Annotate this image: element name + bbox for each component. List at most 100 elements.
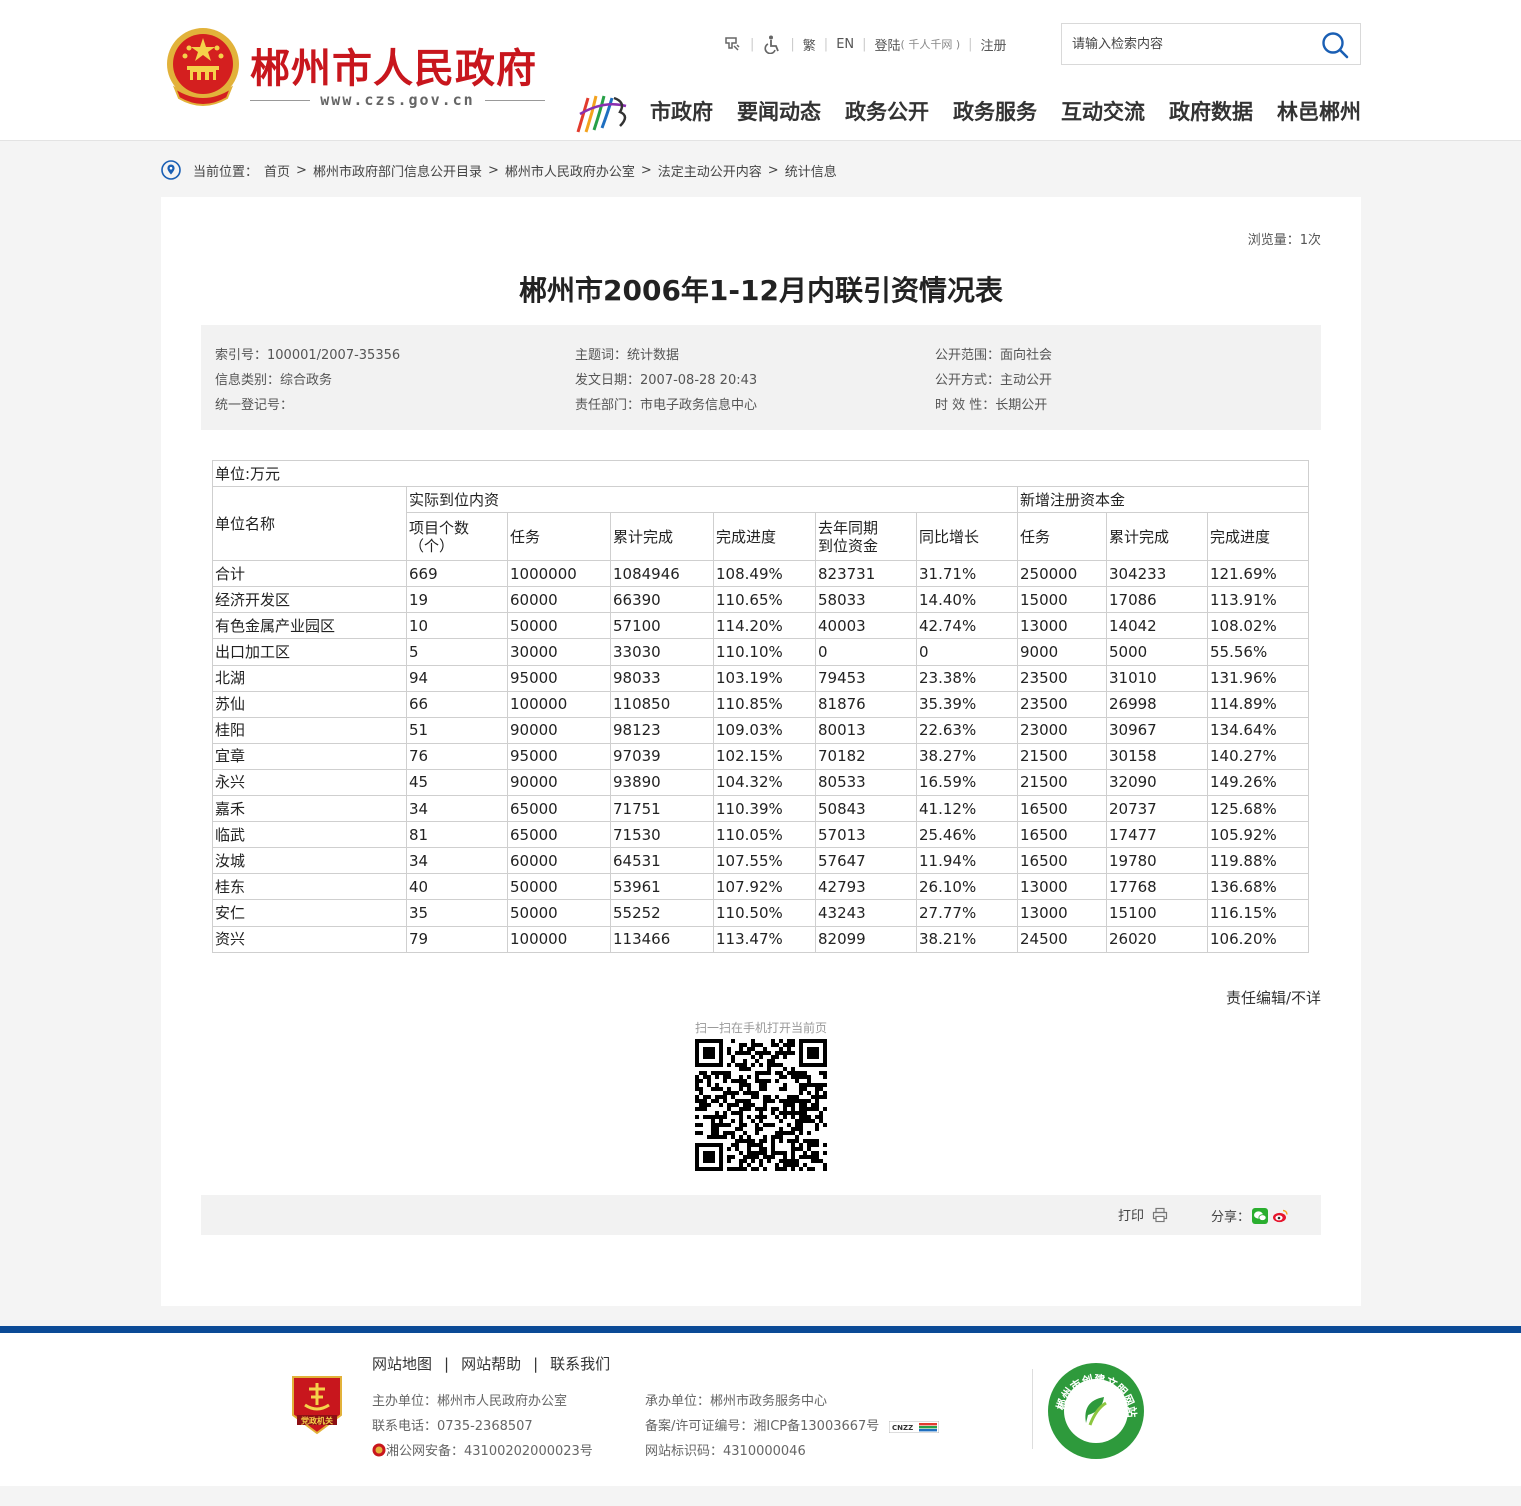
table-cell: 110.10% (713, 638, 816, 666)
nav-item-news[interactable]: 要闻动态 (737, 96, 821, 126)
table-cell: 45 (406, 768, 508, 797)
nav-item-interaction[interactable]: 互动交流 (1061, 96, 1145, 126)
table-cell: 136.68% (1207, 873, 1309, 901)
nav-item-gov-disclosure[interactable]: 政务公开 (845, 96, 929, 126)
accessibility-icon[interactable] (762, 34, 782, 54)
table-row-label: 合计 (212, 560, 407, 588)
table-row: 北湖 94 95000 98033 103.19% 79453 23.38% 23500 310… (212, 664, 1309, 692)
traditional-chinese-link[interactable]: 繁 (803, 35, 816, 54)
weibo-icon[interactable] (1272, 1208, 1288, 1224)
table-row-label: 桂阳 (212, 716, 407, 744)
english-link[interactable]: EN (836, 37, 854, 52)
footer-police[interactable]: 湘公网安备：43100202000023号 (386, 1440, 593, 1459)
table-cell: 26998 (1106, 690, 1208, 718)
breadcrumb-separator: > (296, 162, 307, 178)
table-cell: 57100 (610, 612, 714, 640)
breadcrumb-home[interactable]: 首页 (264, 161, 290, 180)
table-cell: 131.96% (1207, 664, 1309, 692)
table-cell: 98123 (610, 716, 714, 744)
table-cell: 81 (406, 821, 508, 849)
table-cell: 42.74% (916, 612, 1018, 640)
table-cell: 57647 (815, 847, 917, 875)
table-cell: 95000 (507, 664, 611, 692)
table-cell: 25.46% (916, 821, 1018, 849)
sitemap-link[interactable]: 网站地图 (372, 1353, 432, 1374)
national-emblem-icon[interactable] (163, 26, 243, 110)
civilized-website-badge-icon[interactable]: 郴州市创建文明网站 (1046, 1361, 1146, 1461)
table-row-label: 宜章 (212, 742, 407, 770)
table-cell: 17768 (1106, 873, 1208, 901)
table-row-label: 安仁 (212, 899, 407, 927)
search-input[interactable] (1072, 24, 1312, 64)
table-cell: 16500 (1017, 795, 1107, 823)
search-icon[interactable] (1320, 30, 1350, 60)
wechat-icon[interactable] (1252, 1207, 1269, 1224)
table-unit-row: 单位:万元 (212, 459, 1309, 488)
col-capital-progress: 完成进度 (1207, 512, 1309, 562)
table-cell: 50000 (507, 612, 611, 640)
table-cell: 79 (406, 925, 508, 953)
meta-index-no: 索引号：100001/2007-35356 (215, 348, 401, 363)
breadcrumb-item-statistics[interactable]: 统计信息 (785, 161, 837, 180)
group-new-capital: 新增注册资本金 (1017, 486, 1309, 514)
nav-item-gov-data[interactable]: 政府数据 (1169, 96, 1253, 126)
table-cell: 30158 (1106, 742, 1208, 770)
separator: | (862, 36, 867, 52)
col-capital-task: 任务 (1017, 512, 1107, 562)
col-cumulative: 累计完成 (610, 512, 714, 562)
meta-validity: 时 效 性：长期公开 (935, 398, 1048, 413)
register-link[interactable]: 注册 (981, 35, 1007, 54)
table-cell: 76 (406, 742, 508, 770)
table-row: 合计 669 1000000 1084946 108.49% 823731 31.71% 25… (212, 560, 1309, 588)
footer-divider-bar (0, 1326, 1521, 1333)
table-cell: 100000 (507, 690, 611, 718)
nav-item-city-government[interactable]: 市政府 (650, 96, 713, 126)
table-cell: 13000 (1017, 873, 1107, 901)
table-cell: 38.21% (916, 925, 1018, 953)
login-link[interactable]: 登陆 (875, 35, 901, 54)
elder-mode-icon[interactable] (722, 34, 742, 54)
col-last-year-funds: 去年同期 到位资金 (815, 512, 917, 562)
footer-icp[interactable]: 备案/许可证编号：湘ICP备13003667号 (645, 1419, 879, 1434)
table-cell: 304233 (1106, 560, 1208, 588)
table-cell: 119.88% (1207, 847, 1309, 875)
meta-subject: 主题词：统计数据 (575, 348, 680, 363)
table-cell: 26.10% (916, 873, 1018, 901)
col-project-count: 项目个数 （个） (406, 512, 508, 562)
table-cell: 38.27% (916, 742, 1018, 770)
table-cell: 50000 (507, 899, 611, 927)
meta-date: 发文日期：2007-08-28 20:43 (575, 373, 758, 388)
table-cell: 114.20% (713, 612, 816, 640)
table-cell: 121.69% (1207, 560, 1309, 588)
table-cell: 106.20% (1207, 925, 1309, 953)
contact-link[interactable]: 联系我们 (550, 1353, 610, 1374)
help-link[interactable]: 网站帮助 (461, 1353, 521, 1374)
nav-item-gov-services[interactable]: 政务服务 (953, 96, 1037, 126)
footer-sponsor: 主办单位：郴州市人民政府办公室 (372, 1394, 568, 1409)
table-cell: 30000 (507, 638, 611, 666)
print-button[interactable]: 打印 (1118, 1205, 1168, 1224)
breadcrumb-separator: > (640, 162, 652, 178)
table-cell: 5 (406, 638, 508, 666)
table-cell: 16500 (1017, 821, 1107, 849)
table-cell: 113466 (610, 925, 714, 953)
party-government-badge-icon[interactable]: 党政机关 (289, 1371, 345, 1435)
separator: | (750, 36, 755, 52)
site-title[interactable]: 郴州市人民政府 (250, 36, 537, 94)
police-badge-icon[interactable] (372, 1443, 386, 1457)
table-cell: 53961 (610, 873, 714, 901)
table-cell: 24500 (1017, 925, 1107, 953)
login-note: ( 千人千网 ) (900, 38, 961, 51)
table-cell: 19780 (1106, 847, 1208, 875)
breadcrumb-item-directory[interactable]: 郴州市政府部门信息公开目录 (313, 161, 482, 180)
site-footer: 党政机关 网站地图 | 网站帮助 | 联系我们 主办单位：郴州市人民政府办公室 … (0, 1333, 1521, 1486)
table-row-label: 经济开发区 (212, 586, 407, 614)
table-cell: 60000 (507, 847, 611, 875)
cnzz-stats-icon[interactable]: CNZZ (889, 1420, 940, 1433)
nav-item-linyi-chenzhou[interactable]: 林邑郴州 (1277, 96, 1361, 126)
footer-site-id: 网站标识码：4310000046 (645, 1444, 806, 1459)
breadcrumb-item-statutory[interactable]: 法定主动公开内容 (658, 161, 762, 180)
table-row: 资兴 79 100000 113466 113.47% 82099 38.21% 24500 2… (212, 925, 1309, 953)
breadcrumb-item-office[interactable]: 郴州市人民政府办公室 (505, 161, 635, 180)
table-header-row: 单位名称 实际到位内资 新增注册资本金 (212, 486, 1309, 562)
